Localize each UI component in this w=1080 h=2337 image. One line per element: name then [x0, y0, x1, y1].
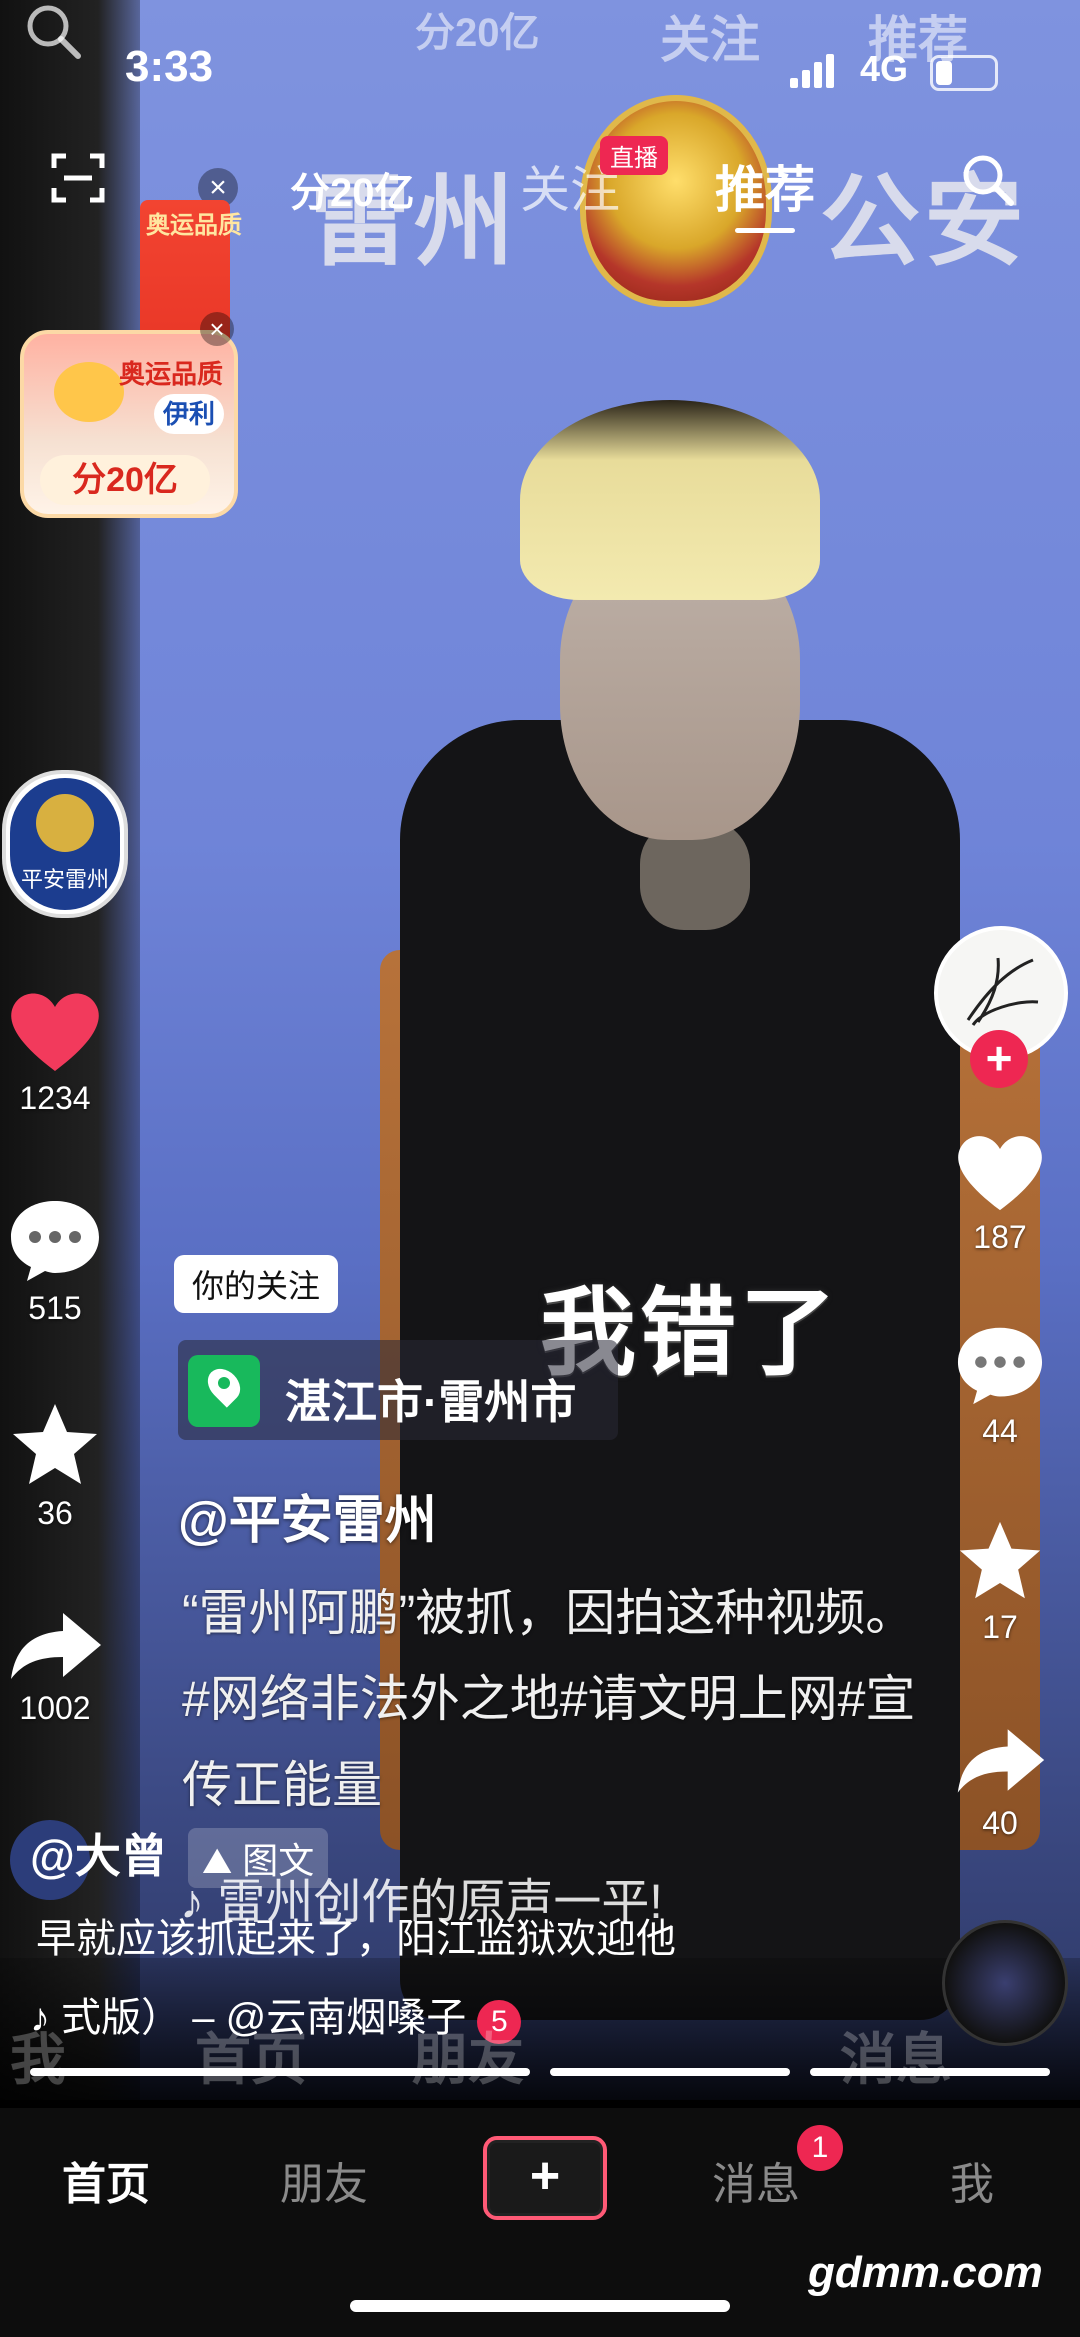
right-comment-count: 44 — [982, 1413, 1018, 1449]
progress-segment-1[interactable] — [30, 2068, 530, 2076]
nav-me[interactable]: 我 — [950, 2148, 994, 2212]
ghost-nav-messages: 消息 — [840, 2028, 952, 2091]
nav-messages[interactable]: 消息 — [712, 2148, 800, 2212]
follow-plus-button[interactable]: + — [970, 1030, 1028, 1088]
left-share-count: 1002 — [19, 1690, 91, 1726]
star-icon — [13, 1404, 97, 1484]
left-favorite-count: 36 — [37, 1495, 73, 1531]
music-disc-icon[interactable] — [942, 1920, 1068, 2046]
promo-slogan: 奥运品质 — [119, 359, 224, 389]
nav-friends[interactable]: 朋友 — [280, 2148, 368, 2212]
avatar-left-label: 平安雷州 — [20, 867, 109, 892]
star-icon — [959, 1521, 1041, 1599]
police-badge-icon — [36, 794, 94, 852]
battery-icon — [930, 55, 998, 91]
comment-text: 早就应该抓起来了，阳江监狱欢迎他 — [36, 1917, 676, 1961]
heart-icon — [11, 993, 99, 1071]
left-share[interactable]: 1002 — [0, 1605, 110, 1727]
person-hair — [520, 400, 820, 600]
ghost-follow-tab: 关注 — [660, 12, 760, 68]
ad-reward-text[interactable]: 分20亿 — [290, 160, 415, 218]
heart-icon — [958, 1136, 1042, 1211]
right-like[interactable]: 187 — [950, 1128, 1050, 1256]
avatar-left[interactable]: 平安雷州 — [2, 770, 128, 918]
share-icon — [11, 1613, 101, 1679]
create-plus-button[interactable]: + — [483, 2136, 607, 2220]
promo-slogan-top: 奥运品质 — [146, 212, 242, 239]
comment-icon — [957, 1327, 1043, 1405]
right-favorite[interactable]: 17 — [950, 1518, 1050, 1646]
right-favorite-count: 17 — [982, 1609, 1018, 1645]
left-like[interactable]: 1234 — [0, 985, 110, 1117]
scan-icon[interactable] — [50, 150, 106, 206]
live-badge[interactable]: 直播 — [600, 136, 668, 175]
left-like-count: 1234 — [19, 1080, 91, 1116]
search-icon[interactable] — [958, 150, 1016, 208]
promo-reward[interactable]: 分20亿 — [40, 455, 210, 505]
right-share[interactable]: 40 — [950, 1720, 1050, 1842]
tab-active-indicator — [735, 228, 795, 233]
post-description: “雷州阿鹏”被抓，因拍这种视频。#网络非法外之地#请文明上网#宣传正能量 — [182, 1585, 916, 1813]
network-type: 4G — [860, 48, 909, 89]
watermark: gdmm.com — [808, 2248, 1043, 2297]
ghost-ad-text: 分20亿 — [415, 11, 540, 55]
right-like-count: 187 — [973, 1219, 1027, 1255]
left-favorite[interactable]: 36 — [0, 1400, 110, 1532]
status-time: 3:33 — [125, 42, 214, 91]
image-text-badge: ⛰ 图文 — [188, 1828, 329, 1888]
tiger-mascot-icon — [54, 362, 124, 422]
search-icon — [27, 5, 81, 59]
close-promo-icon[interactable]: × — [200, 312, 234, 346]
progress-segment-3[interactable] — [810, 2068, 1050, 2076]
messages-badge: 1 — [797, 2125, 843, 2171]
follow-tag: 你的关注 — [174, 1255, 339, 1313]
ghost-nav-friends: 朋友 — [412, 2028, 524, 2091]
ghost-nav-me: 我 — [10, 2028, 66, 2091]
right-comment[interactable]: 44 — [950, 1322, 1050, 1450]
left-comment[interactable]: 515 — [0, 1195, 110, 1327]
ghost-nav-home: 首页 — [195, 2028, 307, 2091]
location-text[interactable]: 湛江市·雷州市 — [285, 1366, 576, 1432]
tab-recommended[interactable]: 推荐 — [715, 150, 815, 222]
signal-icon — [790, 52, 840, 88]
brand-logo: 伊利 — [154, 394, 224, 434]
author-name[interactable]: @平安雷州 — [178, 1478, 437, 1553]
home-indicator[interactable] — [350, 2300, 730, 2312]
right-share-count: 40 — [982, 1805, 1018, 1841]
nav-home[interactable]: 首页 — [62, 2148, 150, 2212]
progress-segment-2[interactable] — [550, 2068, 790, 2076]
share-icon — [957, 1729, 1045, 1793]
left-comment-count: 515 — [28, 1290, 82, 1326]
image-text-badge-label: 图文 — [242, 1840, 315, 1881]
comment-icon — [11, 1201, 99, 1281]
location-pin-icon — [188, 1355, 260, 1427]
commenter-name[interactable]: @大曾 — [30, 1820, 167, 1886]
